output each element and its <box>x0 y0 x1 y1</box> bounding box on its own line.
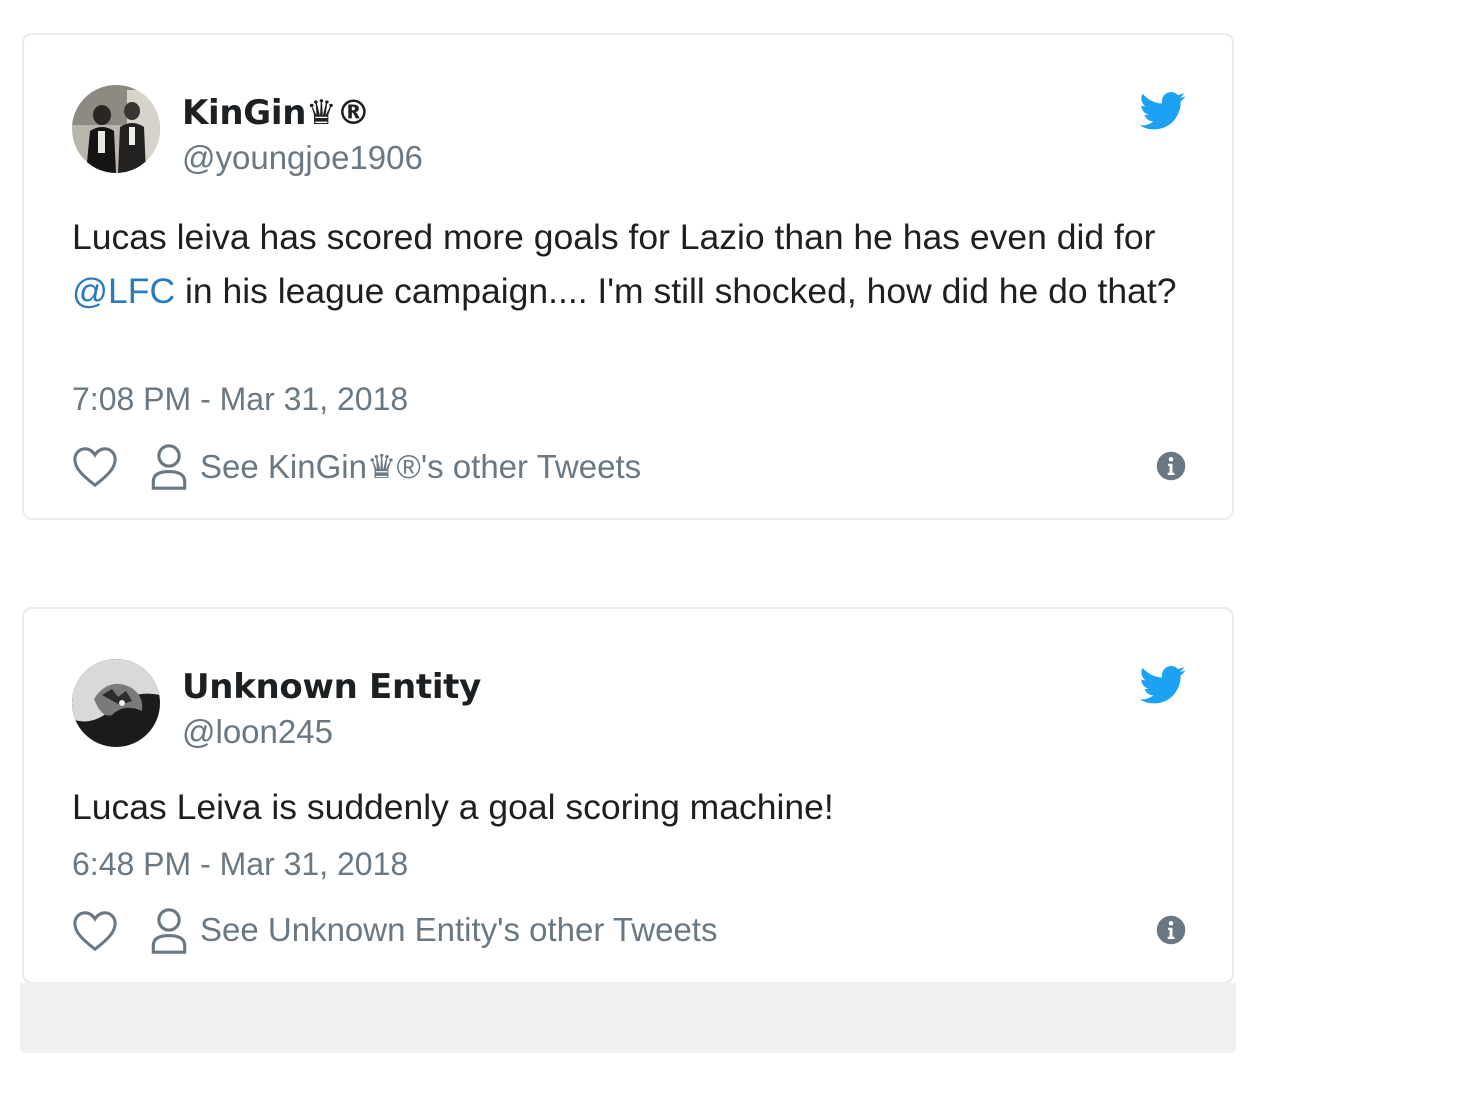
tweet-text-part: Lucas Leiva is suddenly a goal scoring m… <box>72 787 834 827</box>
twitter-bird-icon[interactable] <box>1140 91 1186 131</box>
heart-icon[interactable] <box>72 909 118 953</box>
avatar[interactable] <box>72 659 160 747</box>
tweet-actions: See Unknown Entity's other Tweets <box>72 907 1188 957</box>
display-name[interactable]: KinGin♛® <box>182 93 370 133</box>
heart-icon[interactable] <box>72 445 118 489</box>
info-icon[interactable] <box>1156 915 1186 945</box>
see-other-tweets-link[interactable]: See KinGin♛®'s other Tweets <box>200 447 641 486</box>
avatar[interactable] <box>72 85 160 173</box>
tweet-actions: See KinGin♛®'s other Tweets <box>72 443 1188 493</box>
tweet-text: Lucas Leiva is suddenly a goal scoring m… <box>72 781 1182 835</box>
tweet-text-part: Lucas leiva has scored more goals for La… <box>72 217 1156 257</box>
tweet-text-part: in his league campaign.... I'm still sho… <box>175 270 1177 311</box>
display-name[interactable]: Unknown Entity <box>182 667 481 707</box>
tweet-card[interactable]: Unknown Entity @loon245 Lucas Leiva is s… <box>22 607 1234 984</box>
person-icon[interactable] <box>150 443 188 491</box>
info-icon[interactable] <box>1156 451 1186 481</box>
embed-footer-strip <box>20 983 1236 1053</box>
tweet-text: Lucas leiva has scored more goals for La… <box>72 211 1182 318</box>
tweet-card[interactable]: KinGin♛® @youngjoe1906 Lucas leiva has s… <box>22 33 1234 520</box>
user-handle[interactable]: @youngjoe1906 <box>182 139 423 177</box>
see-other-tweets-link[interactable]: See Unknown Entity's other Tweets <box>200 911 717 949</box>
tweet-timestamp[interactable]: 6:48 PM - Mar 31, 2018 <box>72 846 408 883</box>
twitter-bird-icon[interactable] <box>1140 665 1186 705</box>
user-handle[interactable]: @loon245 <box>182 713 333 751</box>
tweet-timestamp[interactable]: 7:08 PM - Mar 31, 2018 <box>72 381 408 418</box>
person-icon[interactable] <box>150 907 188 955</box>
mention-link[interactable]: @LFC <box>72 271 175 311</box>
